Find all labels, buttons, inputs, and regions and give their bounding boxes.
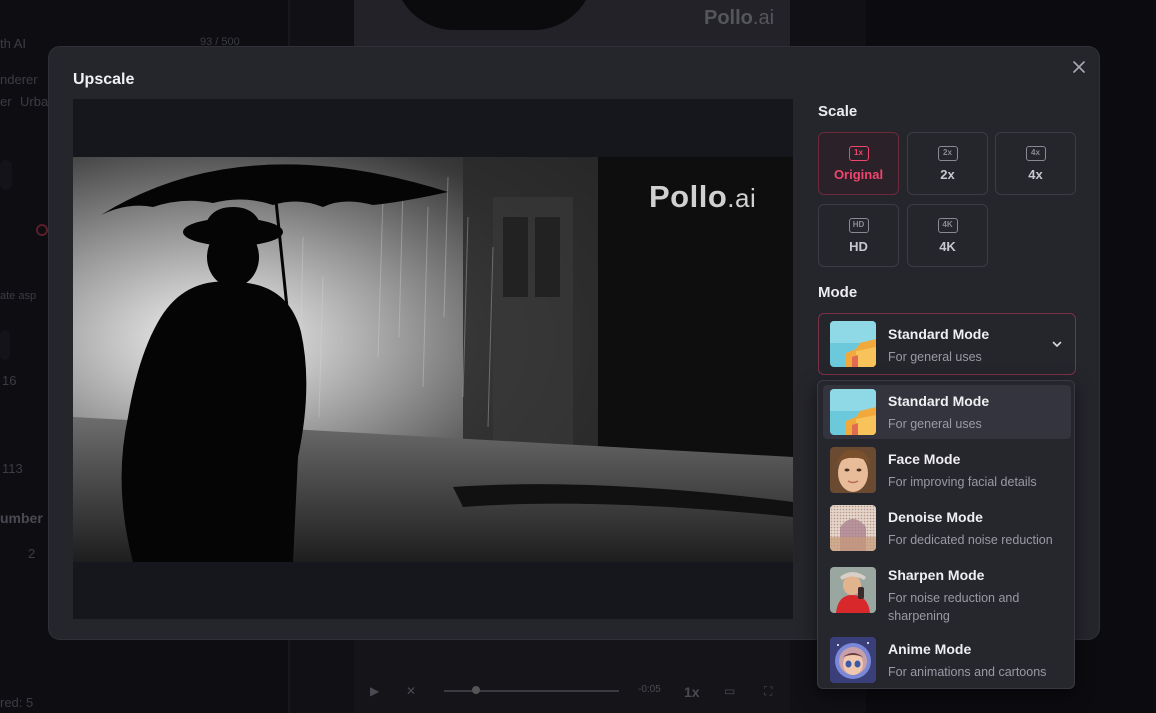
background-tag: nderer: [0, 72, 38, 87]
mode-option-desc: For noise reduction and sharpening: [888, 591, 1020, 623]
mode-option-desc: For animations and cartoons: [888, 665, 1047, 679]
pip-icon: ▭: [724, 684, 736, 698]
mode-option-standard[interactable]: Standard Mode For general uses: [823, 385, 1071, 439]
mute-icon: ✕: [406, 684, 417, 698]
modal-title: Upscale: [73, 71, 135, 88]
background-video-controls: ▶ ✕ -0:05 1x ▭ ⛶: [354, 676, 790, 706]
scale-1x-icon: 1x: [848, 145, 869, 161]
face-thumbnail: [830, 447, 876, 493]
mode-option-desc: For improving facial details: [888, 475, 1037, 489]
scale-option-label: 2x: [940, 166, 955, 182]
scale-option-label: 4K: [939, 238, 956, 254]
speed-label: 1x: [684, 684, 700, 700]
scale-option-label: Original: [833, 166, 884, 182]
scale-2x-icon: 2x: [937, 145, 958, 161]
standard-thumbnail: [830, 389, 876, 435]
background-credits: red: 5: [0, 695, 34, 710]
close-icon: [1073, 61, 1085, 73]
denoise-thumbnail: [830, 505, 876, 551]
background-number-value: 2: [28, 546, 36, 561]
scale-option-4k[interactable]: 4K 4K: [907, 204, 988, 267]
sharpen-thumbnail: [830, 567, 876, 613]
background-box: [0, 330, 10, 360]
chevron-down-icon: [1052, 341, 1062, 347]
background-watermark: Pollo.ai: [704, 7, 775, 29]
selected-mode-name: Standard Mode: [888, 326, 990, 342]
background-number: 16: [2, 373, 17, 388]
scale-4x-icon: 4x: [1025, 145, 1046, 161]
anime-thumbnail: [830, 637, 876, 683]
background-seed: 113: [2, 461, 23, 476]
mode-option-face[interactable]: Face Mode For improving facial details: [823, 443, 1071, 497]
time-label: -0:05: [638, 684, 661, 695]
background-aspect-hint: ate asp: [0, 290, 37, 302]
play-icon: ▶: [370, 684, 380, 698]
mode-option-name: Standard Mode: [888, 393, 990, 409]
mode-option-desc: For general uses: [888, 417, 982, 431]
background-indicator: [36, 224, 48, 236]
mode-option-name: Denoise Mode: [888, 509, 983, 525]
mode-option-name: Face Mode: [888, 451, 961, 467]
progress-knob: [472, 686, 480, 694]
background-box: [0, 160, 12, 190]
scale-option-original[interactable]: 1x Original: [818, 132, 899, 195]
background-tag: er: [0, 94, 12, 109]
background-prompt-fragment: th AI: [0, 36, 27, 51]
preview-watermark: Pollo.ai: [649, 179, 757, 214]
mode-dropdown: Standard Mode For general uses Face Mode…: [817, 380, 1075, 689]
rain-scene-illustration: [73, 157, 793, 562]
scale-option-2x[interactable]: 2x 2x: [907, 132, 988, 195]
scale-option-hd[interactable]: HD HD: [818, 204, 899, 267]
scale-option-label: 4x: [1028, 166, 1043, 182]
scale-label: Scale: [818, 103, 858, 120]
fullscreen-icon: ⛶: [764, 684, 773, 698]
mode-label: Mode: [818, 284, 858, 301]
image-preview: Pollo.ai: [73, 99, 793, 619]
standard-thumbnail: [830, 321, 876, 367]
scale-option-4x[interactable]: 4x 4x: [995, 132, 1076, 195]
close-button[interactable]: [1069, 57, 1089, 77]
background-tag: Urba: [20, 94, 49, 109]
mode-select[interactable]: Standard Mode For general uses: [818, 313, 1076, 375]
selected-mode-desc: For general uses: [888, 350, 982, 364]
mode-option-anime[interactable]: Anime Mode For animations and cartoons: [823, 633, 1071, 687]
mode-option-sharpen[interactable]: Sharpen Mode For noise reduction and sha…: [823, 559, 1071, 629]
scale-hd-icon: HD: [848, 217, 869, 233]
mode-option-denoise[interactable]: Denoise Mode For dedicated noise reducti…: [823, 501, 1071, 555]
background-number-heading: umber: [0, 510, 43, 526]
preview-image: Pollo.ai: [73, 157, 793, 562]
progress-track: [444, 690, 619, 692]
scale-4k-icon: 4K: [937, 217, 958, 233]
mode-option-name: Sharpen Mode: [888, 567, 985, 583]
scale-option-label: HD: [849, 238, 868, 254]
mode-option-desc: For dedicated noise reduction: [888, 533, 1053, 547]
mode-option-name: Anime Mode: [888, 641, 972, 657]
